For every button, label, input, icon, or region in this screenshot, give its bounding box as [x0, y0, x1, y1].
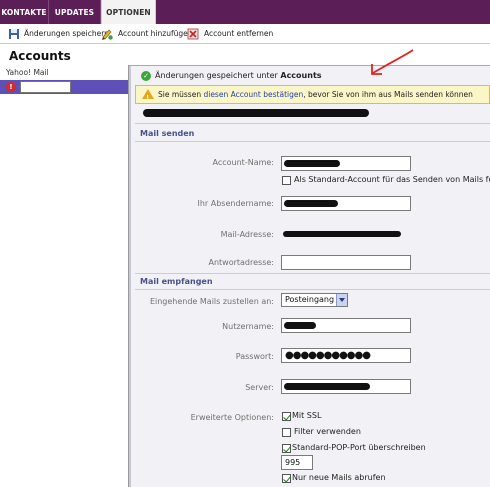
- pop-port-value: 995: [285, 458, 301, 467]
- new-mails-only-label: Nur neue Mails abrufen: [292, 473, 386, 482]
- save-changes-label: Änderungen speichern: [24, 29, 109, 38]
- tab-updates[interactable]: UPDATES: [49, 0, 101, 24]
- default-account-label: Als Standard-Account für das Senden von …: [294, 175, 490, 184]
- section-divider: [135, 123, 490, 124]
- section-divider: [135, 289, 490, 290]
- redacted-username: [284, 322, 316, 329]
- sender-name-label: Ihr Absendername:: [197, 199, 274, 208]
- send-section-title: Mail senden: [140, 129, 195, 138]
- account-name-label: Account-Name:: [212, 158, 274, 167]
- account-list: [0, 65, 129, 487]
- redacted-mail-address: [283, 231, 401, 237]
- toolbar: Änderungen speichern Account hinzufügen …: [0, 24, 490, 44]
- warning-icon: !: [6, 82, 16, 92]
- warning-text-prefix: Sie müssen: [158, 90, 204, 99]
- deliver-to-value: Posteingang: [285, 295, 335, 304]
- password-mask: ●●●●●●●●●●●: [285, 350, 371, 361]
- pop-port-label: Standard-POP-Port überschreiben: [292, 443, 426, 452]
- ssl-label: Mit SSL: [292, 411, 322, 420]
- tab-kontakte[interactable]: KONTAKTE: [0, 0, 49, 24]
- success-message-text: Änderungen gespeichert unter: [155, 71, 281, 80]
- selected-account-item[interactable]: !: [0, 80, 128, 94]
- add-account-button[interactable]: Account hinzufügen: [101, 27, 192, 41]
- section-divider: [135, 273, 490, 274]
- chevron-down-icon[interactable]: [336, 294, 347, 306]
- new-mails-only-checkbox[interactable]: [282, 474, 291, 483]
- warning-message: Sie müssen diesen Account bestätigen, be…: [135, 85, 490, 107]
- receive-section-title: Mail empfangen: [140, 277, 213, 286]
- page-title: Accounts: [9, 49, 71, 63]
- redacted-sender-name: [284, 200, 338, 207]
- check-circle-icon: ✓: [141, 71, 151, 81]
- ssl-checkbox[interactable]: [282, 412, 291, 421]
- remove-account-button[interactable]: Account entfernen: [187, 27, 273, 41]
- delete-icon: [187, 28, 199, 40]
- confirm-account-link[interactable]: diesen Account bestätigen: [203, 90, 303, 99]
- filter-label: Filter verwenden: [294, 427, 361, 436]
- remove-account-label: Account entfernen: [204, 29, 274, 38]
- add-account-label: Account hinzufügen: [118, 29, 193, 38]
- redacted-account-name: [284, 160, 340, 167]
- account-name-edit-field[interactable]: [20, 81, 71, 93]
- redacted-account-title: [143, 109, 369, 117]
- account-group-label: Yahoo! Mail: [6, 68, 49, 77]
- server-label: Server:: [245, 383, 274, 392]
- reply-address-input[interactable]: [281, 255, 411, 270]
- reply-address-label: Antwortadresse:: [208, 258, 274, 267]
- annotation-arrow-icon: [371, 49, 414, 75]
- redacted-server: [284, 383, 370, 390]
- deliver-to-select[interactable]: Posteingang: [281, 293, 348, 307]
- deliver-to-label: Eingehende Mails zustellen an:: [149, 297, 274, 306]
- floppy-disk-icon: [9, 29, 19, 39]
- tab-optionen[interactable]: OPTIONEN: [101, 0, 156, 24]
- panel-edge: [129, 66, 131, 487]
- default-account-checkbox[interactable]: [282, 176, 291, 185]
- filter-checkbox[interactable]: [282, 428, 291, 437]
- password-label: Passwort:: [235, 352, 274, 361]
- username-label: Nutzername:: [222, 322, 274, 331]
- warning-triangle-icon: [142, 89, 154, 107]
- warning-text-suffix: , bevor Sie von ihm aus Mails senden kön…: [303, 90, 473, 99]
- pencil-add-icon: [102, 29, 113, 40]
- pop-port-checkbox[interactable]: [282, 444, 291, 453]
- mail-address-label: Mail-Adresse:: [220, 230, 274, 239]
- advanced-options-label: Erweiterte Optionen:: [190, 413, 274, 422]
- password-input[interactable]: ●●●●●●●●●●●: [281, 348, 411, 363]
- success-message: ✓ Änderungen gespeichert unter Accounts: [135, 67, 490, 85]
- save-changes-button[interactable]: Änderungen speichern: [8, 27, 109, 41]
- pop-port-input[interactable]: 995: [281, 455, 313, 470]
- success-message-section: Accounts: [280, 71, 322, 80]
- top-tab-bar: KONTAKTE UPDATES OPTIONEN: [0, 0, 490, 24]
- section-divider: [135, 141, 490, 142]
